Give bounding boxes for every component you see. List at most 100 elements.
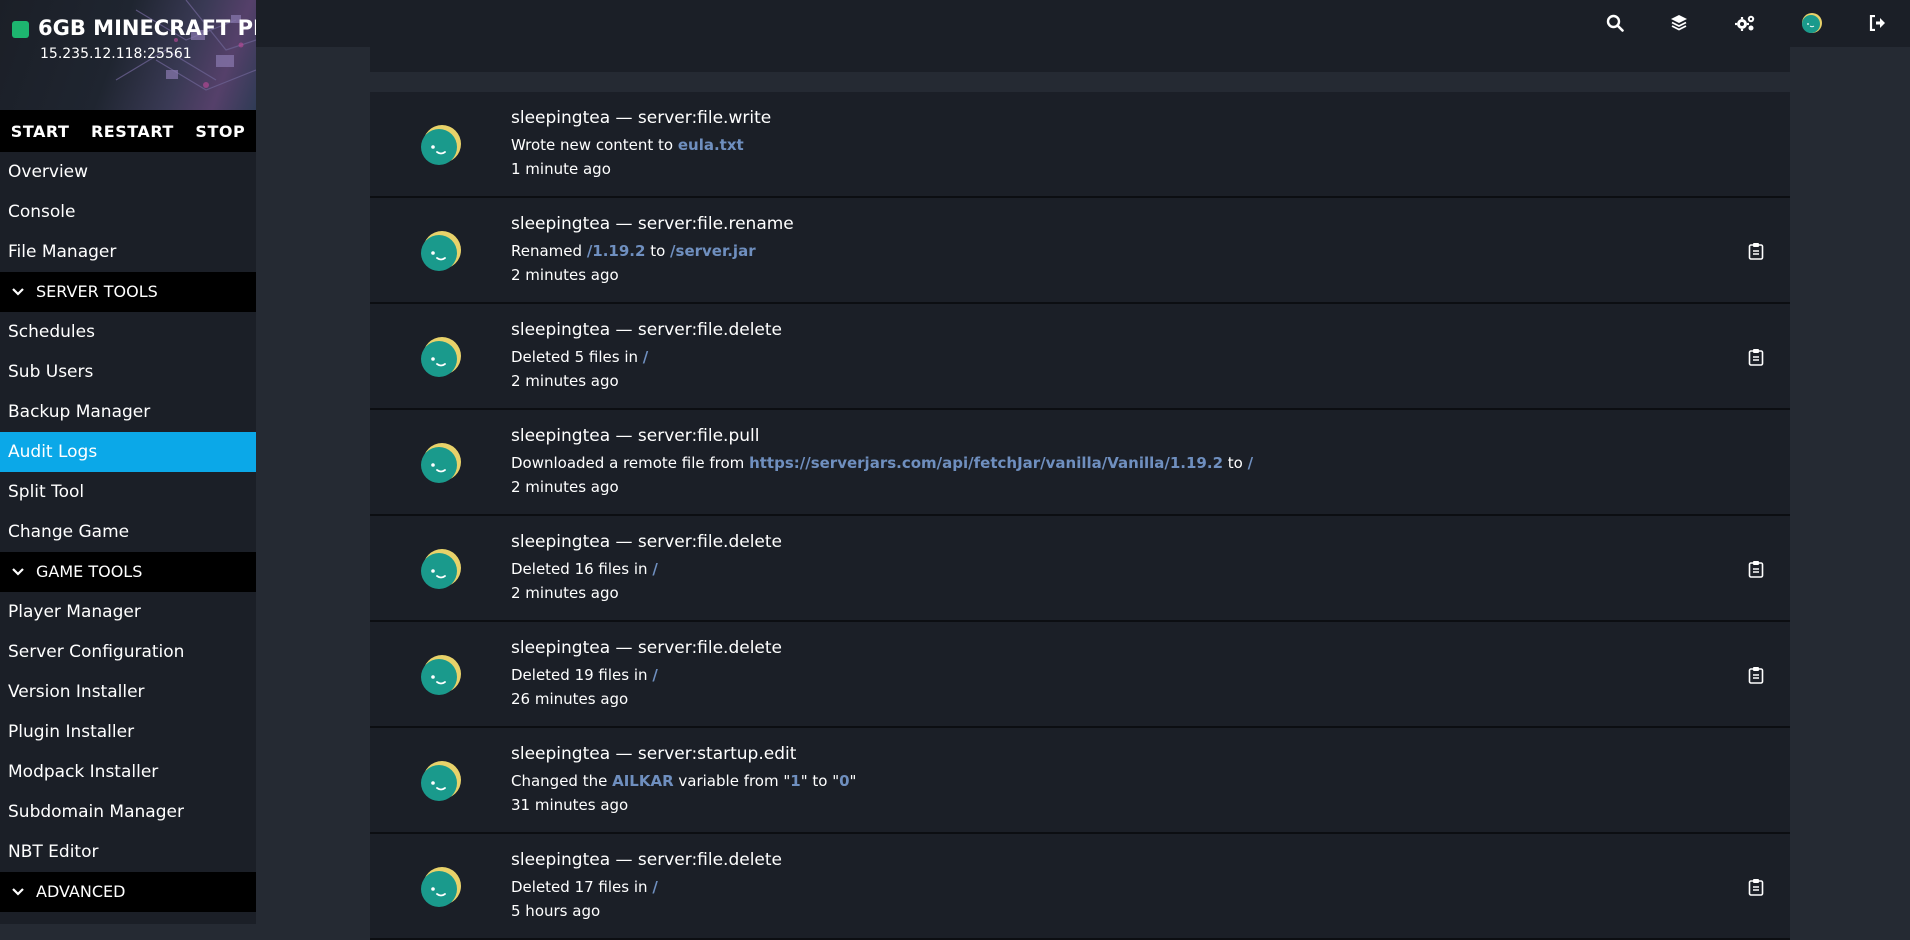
log-description-text: Renamed [511,242,587,260]
log-description: Wrote new content to eula.txt [511,136,744,154]
log-description-text: to [645,242,671,260]
chevron-down-icon [12,552,28,592]
chevron-down-icon [12,272,28,312]
log-title: sleepingtea — server:file.delete [511,638,783,658]
audit-log-row[interactable]: sleepingtea — server:file.delete Deleted … [370,834,1790,940]
sidebar-item-version-installer[interactable]: Version Installer [0,672,256,712]
log-timestamp: 2 minutes ago [511,478,619,496]
log-description: Deleted 19 files in / [511,666,658,684]
log-title: sleepingtea — server:file.write [511,108,772,128]
log-description-text: Deleted 5 files in [511,348,643,366]
audit-log-list: sleepingtea — server:file.write Wrote new… [370,92,1790,940]
restart-button[interactable]: RESTART [91,122,174,141]
logout-icon[interactable] [1867,12,1889,34]
clipboard-icon[interactable] [1748,666,1764,684]
user-avatar [420,442,462,484]
log-description-text: Deleted 19 files in [511,666,653,684]
sidebar-item-overview[interactable]: Overview [0,152,256,192]
sidebar-item-nbt-editor[interactable]: NBT Editor [0,832,256,872]
sidebar-item-plugin-installer[interactable]: Plugin Installer [0,712,256,752]
log-highlight: 0 [839,772,850,790]
sidebar-item-schedules[interactable]: Schedules [0,312,256,352]
sidebar-item-server-configuration[interactable]: Server Configuration [0,632,256,672]
log-description-text: to [1223,454,1248,472]
log-timestamp: 2 minutes ago [511,372,619,390]
server-status-indicator [12,21,29,38]
sidebar-item-split-tool[interactable]: Split Tool [0,472,256,512]
log-description-text: Deleted 16 files in [511,560,653,578]
user-avatar [420,124,462,166]
user-avatar [420,230,462,272]
log-description: Deleted 5 files in / [511,348,648,366]
server-address[interactable]: 15.235.12.118:25561 [40,46,192,62]
search-icon[interactable] [1604,12,1626,34]
sidebar-item-file-manager[interactable]: File Manager [0,232,256,272]
audit-log-row[interactable]: sleepingtea — server:startup.edit Changed… [370,728,1790,834]
stop-button[interactable]: STOP [195,122,245,141]
audit-log-row[interactable]: sleepingtea — server:file.delete Deleted … [370,516,1790,622]
section-advanced[interactable]: ADVANCED [0,872,256,912]
audit-log-row[interactable]: sleepingtea — server:file.rename Renamed … [370,198,1790,304]
server-name: 6GB MINECRAFT PRO [38,16,256,40]
log-timestamp: 1 minute ago [511,160,611,178]
log-highlight: /server.jar [670,242,756,260]
log-timestamp: 2 minutes ago [511,266,619,284]
audit-log-row[interactable]: sleepingtea — server:file.write Wrote new… [370,92,1790,198]
log-highlight: / [652,666,658,684]
log-description: Renamed /1.19.2 to /server.jar [511,242,756,260]
log-description: Deleted 16 files in / [511,560,658,578]
log-title: sleepingtea — server:file.delete [511,850,783,870]
log-timestamp: 5 hours ago [511,902,601,920]
user-avatar [420,336,462,378]
log-highlight: / [1247,454,1254,472]
log-description: Deleted 17 files in / [511,878,658,896]
layers-icon[interactable] [1668,12,1690,34]
user-avatar [420,654,462,696]
sidebar-item-modpack-installer[interactable]: Modpack Installer [0,752,256,792]
settings-icon[interactable] [1734,12,1756,34]
log-title: sleepingtea — server:file.pull [511,426,760,446]
log-description-text: Downloaded a remote file from [511,454,750,472]
sidebar-item-sub-users[interactable]: Sub Users [0,352,256,392]
log-timestamp: 26 minutes ago [511,690,629,708]
log-highlight: https://serverjars.com/api/fetchJar/vani… [749,454,1224,472]
clipboard-icon[interactable] [1748,242,1764,260]
log-timestamp: 2 minutes ago [511,584,619,602]
clipboard-icon[interactable] [1748,878,1764,896]
sidebar-item-console[interactable]: Console [0,192,256,232]
user-avatar [420,548,462,590]
sidebar-item-player-manager[interactable]: Player Manager [0,592,256,632]
avatar[interactable] [1801,12,1823,34]
section-server-tools[interactable]: SERVER TOOLS [0,272,256,312]
sidebar-item-subdomain-manager[interactable]: Subdomain Manager [0,792,256,832]
log-highlight: /1.19.2 [586,242,646,260]
user-avatar [420,866,462,908]
sidebar-item-backup-manager[interactable]: Backup Manager [0,392,256,432]
log-description-text: Changed the [511,772,613,790]
log-title: sleepingtea — server:file.delete [511,532,783,552]
sidebar-item-audit-logs[interactable]: Audit Logs [0,432,256,472]
log-highlight: / [642,348,649,366]
server-header: 6GB MINECRAFT PRO 15.235.12.118:25561 [0,0,256,110]
start-button[interactable]: START [11,122,70,141]
section-game-tools[interactable]: GAME TOOLS [0,552,256,592]
clipboard-icon[interactable] [1748,560,1764,578]
log-title: sleepingtea — server:startup.edit [511,744,797,764]
content-header-card [370,47,1790,72]
section-label: GAME TOOLS [36,562,143,581]
audit-log-row[interactable]: sleepingtea — server:file.delete Deleted … [370,304,1790,410]
section-label: SERVER TOOLS [36,282,158,301]
chevron-down-icon [12,872,28,912]
audit-log-row[interactable]: sleepingtea — server:file.pull Downloaded… [370,410,1790,516]
log-highlight: AILKAR [612,772,674,790]
log-highlight: eula.txt [677,136,744,154]
sidebar-nav: Overview Console File Manager SERVER TOO… [0,152,256,924]
sidebar: 6GB MINECRAFT PRO 15.235.12.118:25561 ST… [0,0,256,924]
sidebar-item-change-game[interactable]: Change Game [0,512,256,552]
log-title: sleepingtea — server:file.delete [511,320,783,340]
log-description-text: Deleted 17 files in [511,878,653,896]
sidebar-item-sftp-import[interactable]: SFTP & Import [0,912,256,924]
log-highlight: / [652,560,658,578]
clipboard-icon[interactable] [1748,348,1764,366]
audit-log-row[interactable]: sleepingtea — server:file.delete Deleted … [370,622,1790,728]
